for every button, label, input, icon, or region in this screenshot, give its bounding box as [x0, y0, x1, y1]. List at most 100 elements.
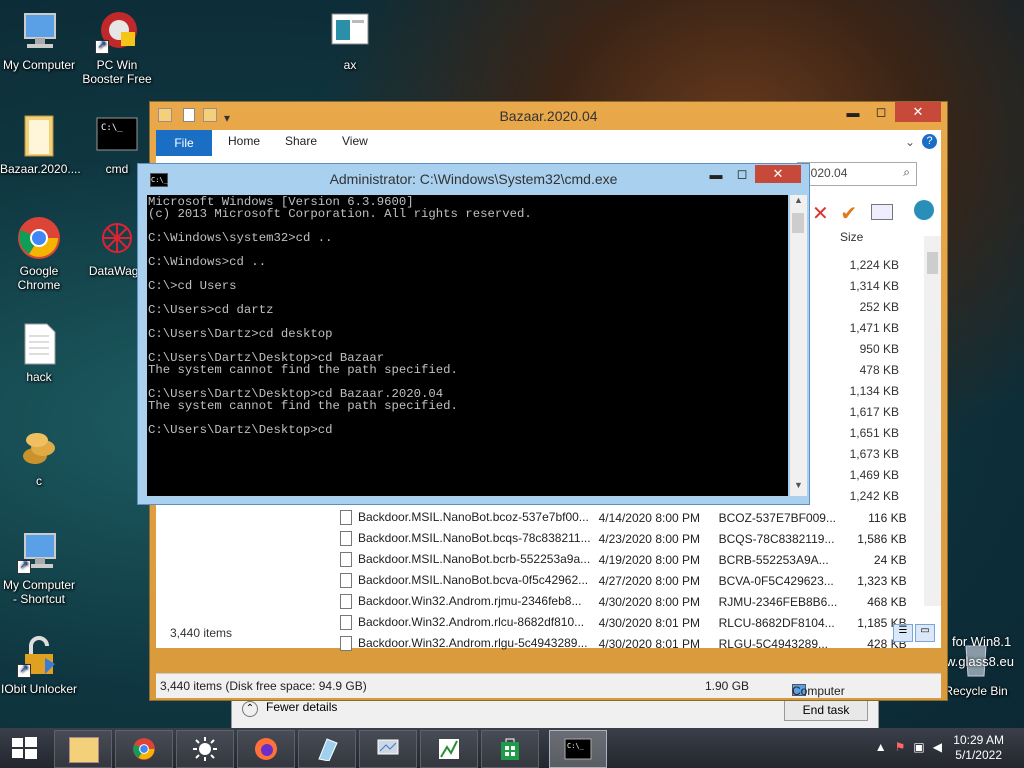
cmd-titlebar[interactable]: C:\_ Administrator: C:\Windows\System32\… — [138, 164, 809, 194]
network-icon[interactable]: ▣ — [913, 740, 924, 754]
tab-view[interactable]: View — [342, 134, 368, 148]
globe-icon[interactable] — [914, 200, 935, 220]
minimize-icon[interactable]: ▬ — [839, 102, 867, 122]
table-row[interactable]: Backdoor.Win32.Androm.rlgu-5c4943289... … — [336, 633, 911, 654]
type-cell: RJMU-2346FEB8B6... — [718, 594, 838, 609]
action-center-icon[interactable]: ⚑ — [895, 740, 906, 754]
close-icon[interactable]: ✕ — [755, 165, 801, 183]
rename-icon[interactable] — [870, 204, 893, 220]
chrome-icon — [133, 738, 155, 760]
explorer-titlebar[interactable]: ▾ Bazaar.2020.04 ▬ ◻ ✕ — [150, 102, 947, 130]
taskbar-store[interactable] — [481, 730, 539, 768]
desktop-icon-my-computer[interactable]: My Computer — [0, 10, 78, 72]
taskbar: C:\_ ▲ ⚑ ▣ ◀ 10:29 AM 5/1/2022 — [0, 728, 1024, 768]
help-icon[interactable]: ? — [922, 134, 937, 149]
size-column: 1,224 KB 1,314 KB 252 KB 1,471 KB 950 KB… — [850, 255, 899, 507]
taskbar-file-explorer[interactable] — [54, 730, 112, 768]
tab-share[interactable]: Share — [285, 134, 317, 148]
column-header-size[interactable]: Size — [840, 230, 863, 244]
folder-icon — [17, 114, 61, 158]
table-row[interactable]: Backdoor.MSIL.NanoBot.bcqs-78c838211... … — [336, 528, 911, 549]
table-row[interactable]: Backdoor.MSIL.NanoBot.bcoz-537e7bf00... … — [336, 507, 911, 528]
file-icon — [340, 531, 352, 547]
firefox-icon — [255, 738, 277, 760]
chevron-down-icon[interactable]: ⌄ — [905, 135, 915, 149]
desktop-icon-label: PC Win Booster Free — [82, 58, 152, 86]
taskbar-app-7[interactable] — [420, 730, 478, 768]
desktop-icon-label: ax — [343, 58, 357, 72]
show-hidden-icons-icon[interactable]: ▲ — [875, 740, 887, 754]
date-cell: 4/27/2020 8:00 PM — [598, 573, 701, 588]
computer-icon — [17, 10, 61, 54]
delete-icon[interactable]: ✕ — [812, 203, 829, 225]
file-name: Backdoor.MSIL.NanoBot.bcoz-537e7bf00... — [358, 509, 589, 524]
desktop-icon-my-computer-shortcut[interactable]: My Computer - Shortcut — [0, 530, 78, 606]
tab-file[interactable]: File — [156, 130, 212, 156]
table-row[interactable]: Backdoor.Win32.Androm.rjmu-2346feb8... 4… — [336, 591, 911, 612]
chevron-up-icon: ⌃ — [242, 701, 258, 717]
tab-home[interactable]: Home — [228, 134, 260, 148]
taskbar-chrome[interactable] — [115, 730, 173, 768]
end-task-button[interactable]: End task — [784, 699, 868, 721]
ribbon-tabs: File Home Share View ⌄ ? — [156, 130, 941, 157]
search-icon: ⌕ — [903, 165, 910, 179]
scroll-thumb[interactable] — [792, 213, 804, 233]
type-cell: BCVA-0F5C429623... — [718, 573, 834, 588]
file-name-cell: Backdoor.Win32.Androm.rlgu-5c4943289... — [336, 633, 595, 654]
fewer-details-link[interactable]: ⌃ Fewer details — [242, 700, 337, 717]
close-icon[interactable]: ✕ — [895, 102, 941, 122]
explorer-scrollbar[interactable] — [924, 236, 941, 606]
date-cell: 4/30/2020 8:01 PM — [598, 615, 701, 630]
desktop-icon-hack[interactable]: hack — [0, 322, 78, 384]
details-view-icon[interactable]: ☰ — [893, 624, 913, 642]
desktop-icon-c[interactable]: c — [0, 426, 78, 488]
check-icon[interactable]: ✔ — [840, 203, 857, 225]
file-name-cell: Backdoor.MSIL.NanoBot.bcqs-78c838211... — [336, 528, 595, 549]
desktop-icon-chrome[interactable]: Google Chrome — [0, 216, 78, 292]
volume-icon[interactable]: ◀ — [933, 740, 942, 754]
scroll-up-icon[interactable]: ▲ — [790, 195, 807, 211]
taskbar-cmd[interactable]: C:\_ — [549, 730, 607, 768]
table-row[interactable]: Backdoor.MSIL.NanoBot.bcrb-552253a9a... … — [336, 549, 911, 570]
taskbar-app-6[interactable] — [359, 730, 417, 768]
monitor-icon — [377, 739, 399, 755]
search-input[interactable]: 2020.04 ⌕ — [797, 162, 917, 186]
taskbar-clock[interactable]: 10:29 AM 5/1/2022 — [953, 733, 1004, 763]
taskbar-firefox[interactable] — [237, 730, 295, 768]
item-count: 3,440 items — [170, 626, 233, 640]
desktop-icon-ax[interactable]: ax — [311, 10, 389, 72]
scroll-thumb[interactable] — [927, 252, 938, 274]
start-button[interactable] — [10, 736, 38, 760]
console-text: Microsoft Windows [Version 6.3.9600] (c)… — [148, 195, 532, 437]
desktop-icon-bazaar-folder[interactable]: Bazaar.2020.... — [0, 114, 81, 176]
size-cell: 1,224 KB — [849, 258, 899, 272]
console-scrollbar[interactable]: ▲ ▼ — [790, 195, 807, 496]
table-row[interactable]: Backdoor.MSIL.NanoBot.bcva-0f5c42962... … — [336, 570, 911, 591]
desktop-icon-pc-win-booster[interactable]: PC Win Booster Free — [78, 10, 156, 86]
minimize-icon[interactable]: ▬ — [703, 165, 729, 183]
file-list: Backdoor.MSIL.NanoBot.bcoz-537e7bf00... … — [336, 507, 911, 654]
desktop-icon-label: My Computer — [2, 58, 76, 72]
file-icon — [340, 615, 352, 631]
windows-logo-icon — [12, 737, 37, 759]
table-row[interactable]: Backdoor.Win32.Androm.rlcu-8682df810... … — [336, 612, 911, 633]
console-icon: C:\_ — [564, 738, 592, 760]
size-cell: 24 KB — [873, 552, 907, 567]
console-icon: C:\_ — [95, 114, 139, 158]
chrome-icon — [17, 216, 61, 260]
clock-time: 10:29 AM — [953, 733, 1004, 747]
maximize-icon[interactable]: ◻ — [729, 165, 755, 183]
desktop-icon-iobit-unlocker[interactable]: IObit Unlocker — [0, 634, 78, 696]
date-cell: 4/19/2020 8:00 PM — [598, 552, 701, 567]
large-icons-view-icon[interactable]: ▭ — [915, 624, 935, 642]
scroll-down-icon[interactable]: ▼ — [790, 480, 807, 496]
maximize-icon[interactable]: ◻ — [867, 102, 895, 122]
taskbar-weather-app[interactable] — [176, 730, 234, 768]
status-selection-size: 1.90 GB — [705, 679, 750, 693]
notebook-icon — [318, 738, 338, 761]
date-cell: 4/23/2020 8:00 PM — [598, 531, 701, 546]
size-cell: 1,134 KB — [849, 384, 899, 398]
console-output-area[interactable]: Microsoft Windows [Version 6.3.9600] (c)… — [147, 195, 788, 496]
taskbar-app-5[interactable] — [298, 730, 356, 768]
coins-icon — [17, 426, 61, 470]
